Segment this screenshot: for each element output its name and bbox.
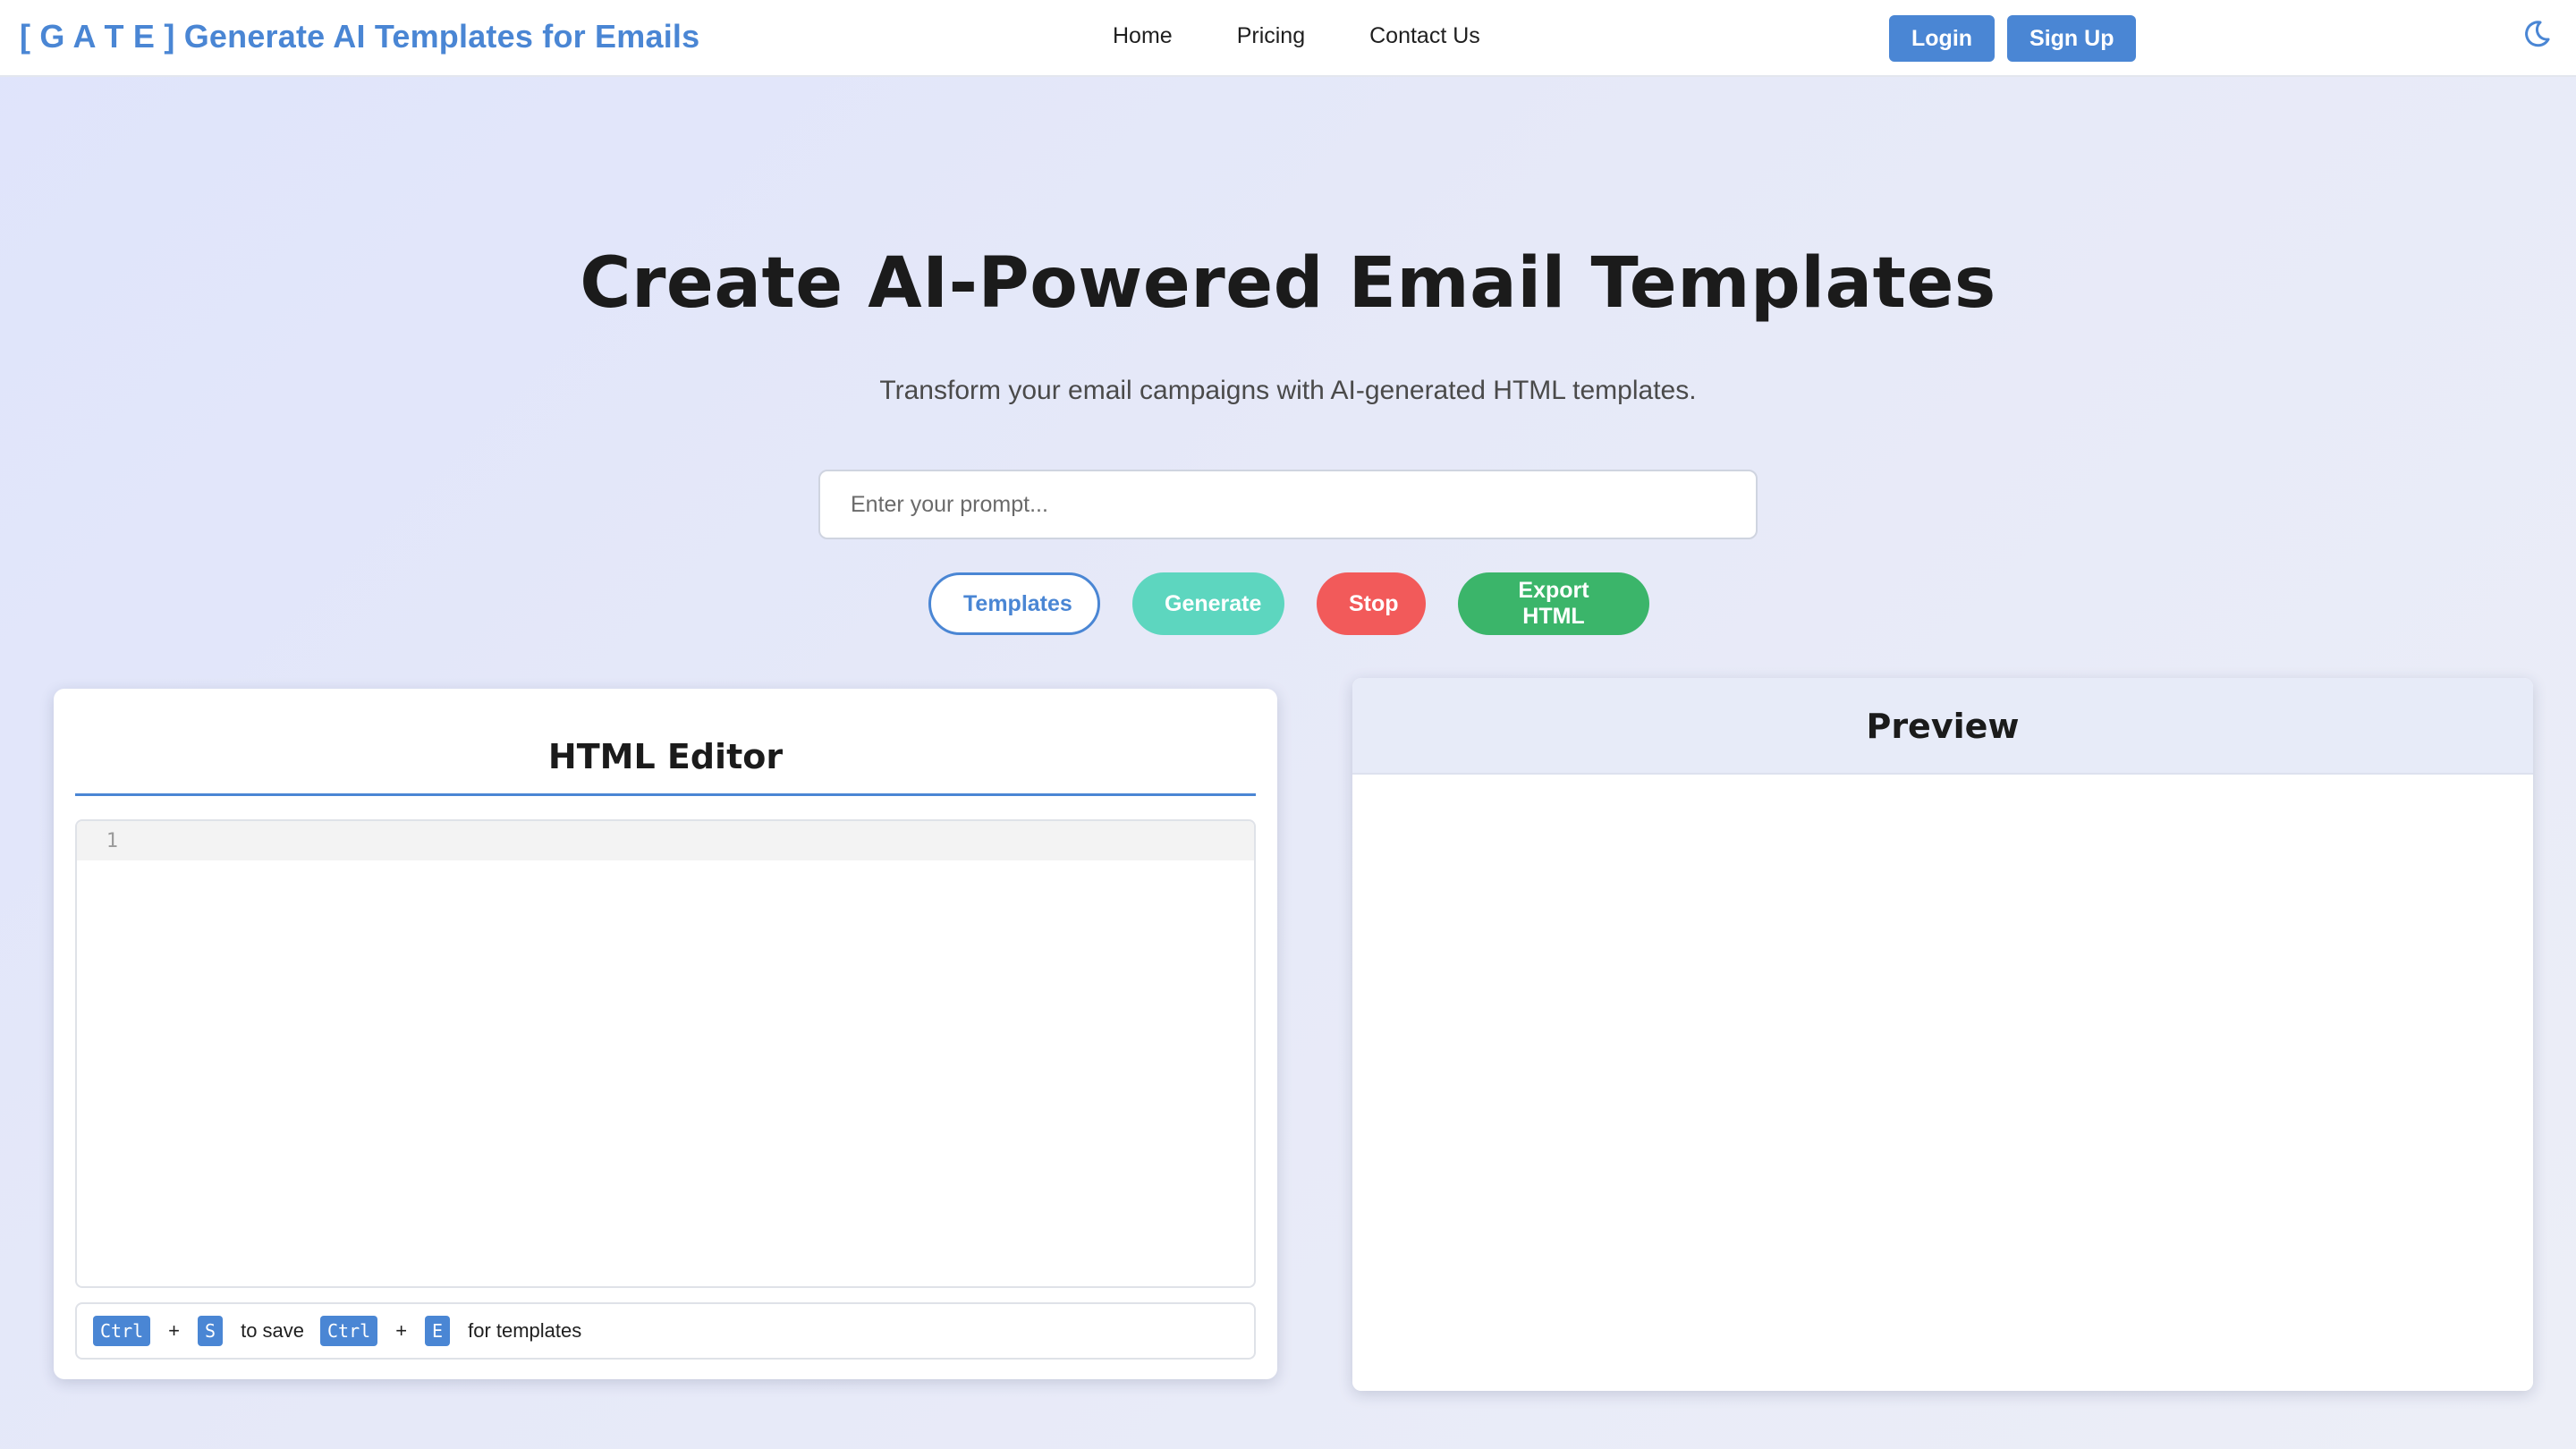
plus-sign: +: [395, 1319, 408, 1342]
kbd-s: S: [198, 1316, 224, 1346]
nav-link-home[interactable]: Home: [1113, 23, 1173, 49]
stop-button[interactable]: Stop: [1317, 572, 1426, 635]
nav-links: Home Pricing Contact Us: [1113, 23, 1545, 49]
kbd-e: E: [425, 1316, 451, 1346]
plus-sign: +: [168, 1319, 181, 1342]
moon-icon[interactable]: [2521, 18, 2553, 50]
signup-button[interactable]: Sign Up: [2007, 15, 2137, 62]
code-editor[interactable]: 1: [75, 819, 1256, 1288]
page-title: Create AI-Powered Email Templates: [580, 243, 1996, 324]
templates-hint: for templates: [468, 1319, 582, 1342]
save-hint: to save: [241, 1319, 305, 1342]
editor-title: HTML Editor: [75, 689, 1256, 796]
templates-button[interactable]: Templates: [928, 572, 1100, 635]
preview-card: Preview: [1352, 678, 2533, 1391]
preview-title: Preview: [1352, 678, 2533, 775]
action-buttons: Templates Generate Stop Export HTML: [0, 572, 2576, 635]
html-editor-card: HTML Editor 1 Ctrl + S to save Ctrl + E …: [54, 689, 1277, 1379]
auth-buttons: Login Sign Up: [1889, 15, 2137, 62]
export-html-button[interactable]: Export HTML: [1458, 572, 1649, 635]
shortcut-hints: Ctrl + S to save Ctrl + E for templates: [75, 1302, 1256, 1360]
kbd-ctrl: Ctrl: [320, 1316, 378, 1346]
nav-link-contact[interactable]: Contact Us: [1369, 23, 1480, 49]
login-button[interactable]: Login: [1889, 15, 1996, 62]
prompt-input[interactable]: [818, 470, 1758, 539]
generate-button[interactable]: Generate: [1132, 572, 1284, 635]
page-subtitle: Transform your email campaigns with AI-g…: [879, 376, 1697, 405]
nav-link-pricing[interactable]: Pricing: [1237, 23, 1305, 49]
navbar: [ G A T E ] Generate AI Templates for Em…: [0, 0, 2576, 77]
kbd-ctrl: Ctrl: [93, 1316, 151, 1346]
brand-logo[interactable]: [ G A T E ] Generate AI Templates for Em…: [20, 18, 699, 55]
code-line[interactable]: 1: [77, 821, 1254, 860]
line-number: 1: [106, 829, 118, 852]
preview-frame[interactable]: [1352, 775, 2533, 1391]
